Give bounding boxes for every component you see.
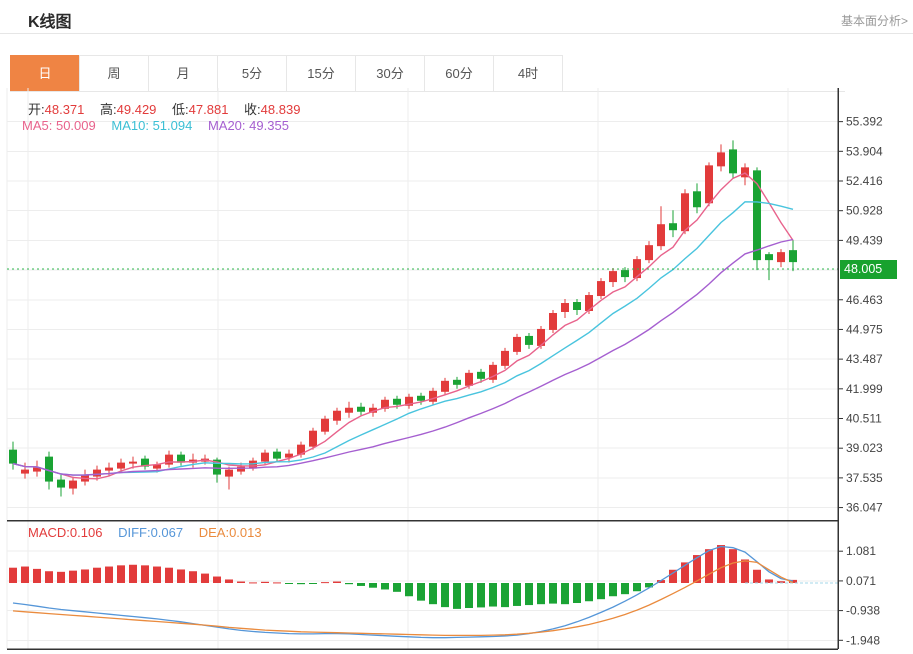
ma5-label: MA5: [22,118,52,133]
kline-macd-chart[interactable]: 55.392 53.904 52.416 50.928 49.439 46.463 44.9… [0,88,913,654]
tab-60min[interactable]: 60分 [424,55,494,91]
ma5-value: 50.009 [56,118,96,133]
chart-area: 55.392 53.904 52.416 50.928 49.439 46.463 44.9… [0,88,913,654]
fundamental-analysis-link[interactable]: 基本面分析> [841,12,908,29]
svg-text:36.047: 36.047 [846,501,883,515]
tab-5min[interactable]: 5分 [217,55,287,91]
svg-text:49.439: 49.439 [846,233,883,247]
svg-text:46.463: 46.463 [846,293,883,307]
header-divider [0,33,913,34]
close-value: 48.839 [261,102,301,117]
svg-text:39.023: 39.023 [846,441,883,455]
diff-label: DIFF: [118,525,151,540]
svg-text:44.975: 44.975 [846,322,883,336]
ma20-label: MA20: [208,118,246,133]
open-value: 48.371 [45,102,85,117]
svg-text:1.081: 1.081 [846,544,876,558]
low-label: 低: [172,102,189,117]
tab-month[interactable]: 月 [148,55,218,91]
ohlc-legend: 开:48.371 高:49.429 低:47.881 收:48.839 [28,99,300,118]
tab-week[interactable]: 周 [79,55,149,91]
svg-text:41.999: 41.999 [846,382,883,396]
high-value: 49.429 [117,102,157,117]
svg-text:0.071: 0.071 [846,574,876,588]
kline-page: K线图 基本面分析> 日 周 月 5分 15分 30分 60分 4时 55.39… [0,0,913,654]
svg-text:50.928: 50.928 [846,204,883,218]
page-title: K线图 [28,8,72,32]
open-label: 开: [28,102,45,117]
svg-text:-1.948: -1.948 [846,633,880,647]
interval-tabbar: 日 周 月 5分 15分 30分 60分 4时 [10,55,845,92]
ma10-label: MA10: [111,118,149,133]
tab-15min[interactable]: 15分 [286,55,356,91]
diff-value: 0.067 [151,525,184,540]
svg-text:40.511: 40.511 [846,412,882,426]
macd-label: MACD: [28,525,70,540]
low-value: 47.881 [189,102,229,117]
ma-legend: MA5: 50.009 MA10: 51.094 MA20: 49.355 [22,118,289,133]
dea-value: 0.013 [229,525,262,540]
ma20-value: 49.355 [249,118,289,133]
macd-legend: MACD:0.106 DIFF:0.067 DEA:0.013 [28,525,262,540]
tab-30min[interactable]: 30分 [355,55,425,91]
dea-label: DEA: [199,525,229,540]
high-label: 高: [100,102,117,117]
ma10-value: 51.094 [153,118,193,133]
tab-4hour[interactable]: 4时 [493,55,563,91]
macd-value: 0.106 [70,525,103,540]
svg-text:43.487: 43.487 [846,352,883,366]
svg-text:55.392: 55.392 [846,115,883,129]
tab-day[interactable]: 日 [10,55,80,91]
close-label: 收: [244,102,261,117]
svg-text:-0.938: -0.938 [846,604,880,618]
current-price-tag: 48.005 [840,260,897,279]
svg-text:53.904: 53.904 [846,144,883,158]
svg-text:52.416: 52.416 [846,174,883,188]
svg-text:37.535: 37.535 [846,471,883,485]
